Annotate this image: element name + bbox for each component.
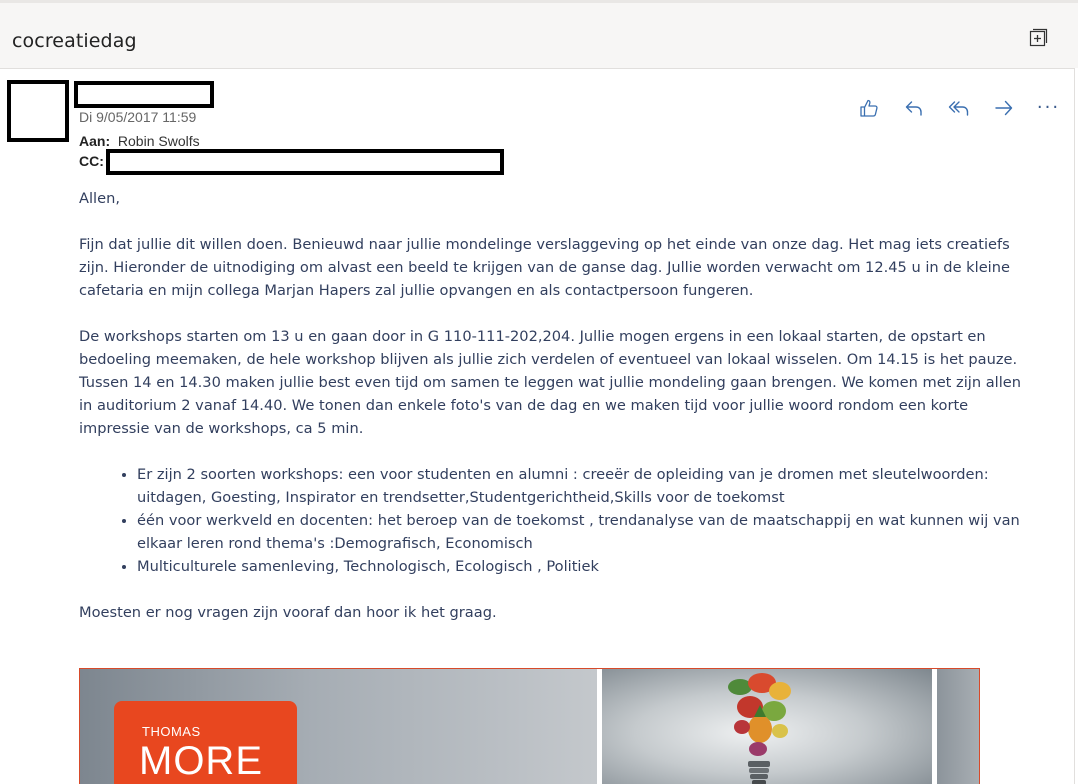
logo-big-text: MORE: [139, 739, 263, 783]
thomas-more-logo: THOMAS MORE: [114, 701, 297, 784]
message-body: Allen, Fijn dat jullie dit willen doen. …: [79, 187, 1034, 647]
like-icon: [859, 99, 878, 117]
like-button[interactable]: [846, 95, 891, 121]
banner-photo-left: THOMAS MORE: [80, 669, 597, 784]
body-paragraph-1: Fijn dat jullie dit willen doen. Benieuw…: [79, 236, 1010, 299]
body-paragraph-2: De workshops starten om 13 u en gaan doo…: [79, 328, 1021, 437]
forward-icon: [994, 100, 1012, 116]
more-actions-button[interactable]: ···: [1026, 95, 1071, 121]
reply-all-button[interactable]: [936, 95, 981, 121]
more-icon: ···: [1036, 97, 1061, 118]
reading-pane-header: cocreatiedag: [0, 0, 1078, 68]
to-recipient[interactable]: Robin Swolfs: [118, 133, 200, 149]
message-date: Di 9/05/2017 11:59: [79, 109, 197, 125]
to-label: Aan:: [79, 133, 111, 149]
reply-button[interactable]: [891, 95, 936, 121]
reply-icon: [905, 101, 922, 116]
fruit-bulb-illustration: [728, 673, 791, 784]
list-item: één voor werkveld en docenten: het beroe…: [137, 509, 1034, 555]
cc-label: CC:: [79, 153, 104, 169]
closing-line: Moesten er nog vragen zijn vooraf dan ho…: [79, 604, 497, 621]
greeting: Allen,: [79, 190, 120, 207]
workshop-list: Er zijn 2 soorten workshops: een voor st…: [79, 463, 1034, 578]
message-subject: cocreatiedag: [12, 30, 137, 52]
sender-name-redacted[interactable]: [74, 81, 214, 108]
list-item: Multiculturele samenleving, Technologisc…: [137, 555, 1034, 578]
cc-line: CC:: [79, 153, 104, 169]
list-item: Er zijn 2 soorten workshops: een voor st…: [137, 463, 1034, 509]
reply-all-icon: [948, 101, 968, 116]
forward-button[interactable]: [981, 95, 1026, 121]
avatar[interactable]: [7, 80, 69, 142]
logo-small-text: THOMAS: [142, 724, 201, 739]
cc-recipients-redacted[interactable]: [106, 149, 504, 175]
invitation-image[interactable]: THOMAS MORE: [79, 668, 980, 784]
banner-photo-right: [937, 669, 979, 784]
message-actions: ···: [846, 95, 1071, 121]
to-line: Aan: Robin Swolfs: [79, 133, 200, 149]
popout-icon[interactable]: [1029, 28, 1048, 47]
